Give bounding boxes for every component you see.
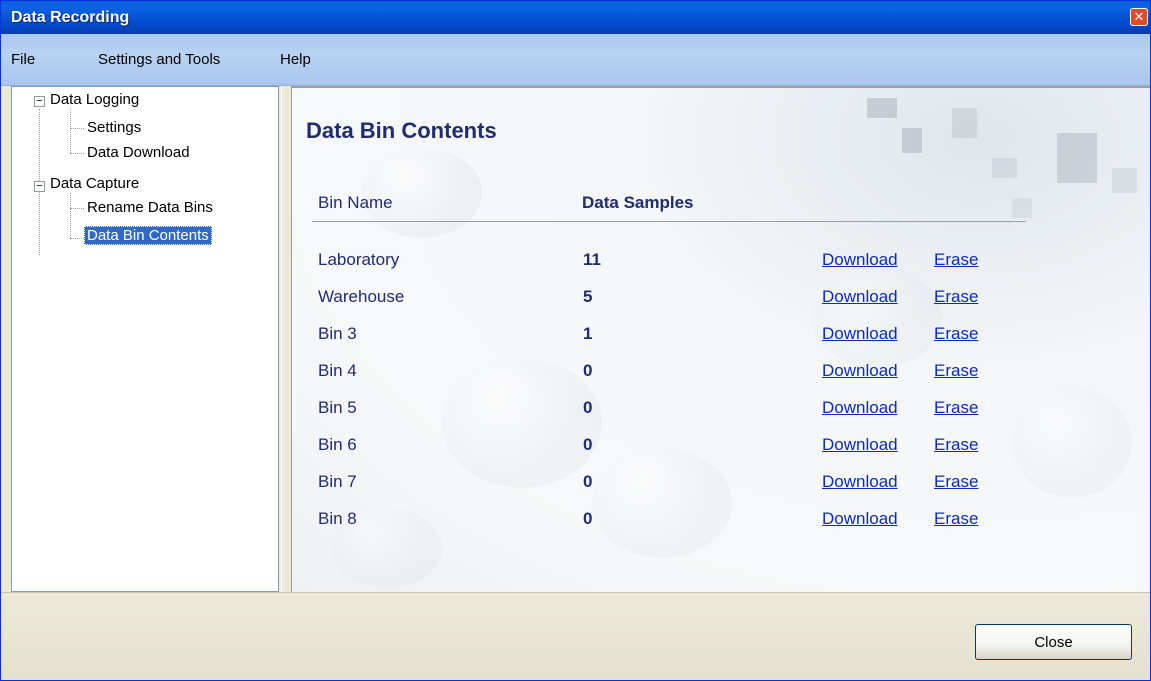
bin-name: Bin 3 xyxy=(318,324,357,343)
erase-link[interactable]: Erase xyxy=(934,250,978,270)
content-panel: Data Bin Contents Bin Name Data Samples … xyxy=(292,86,1150,592)
erase-link[interactable]: Erase xyxy=(934,287,978,307)
panel-splitter[interactable] xyxy=(281,86,292,592)
erase-link[interactable]: Erase xyxy=(934,509,978,529)
app-window: Data Recording ✕ File Settings and Tools… xyxy=(0,0,1151,681)
column-header-data-samples: Data Samples xyxy=(582,193,694,212)
sample-count: 11 xyxy=(583,250,601,269)
tree-item-data-download[interactable]: Data Download xyxy=(87,144,190,161)
tree-item-rename-data-bins[interactable]: Rename Data Bins xyxy=(87,199,213,216)
table-row: Bin 4 0 Download Erase xyxy=(292,361,1150,398)
erase-link[interactable]: Erase xyxy=(934,324,978,344)
menu-bar: File Settings and Tools Help xyxy=(1,34,1150,86)
bin-name: Bin 5 xyxy=(318,398,357,417)
erase-link[interactable]: Erase xyxy=(934,435,978,455)
tree-connector xyxy=(70,193,71,238)
background-texture xyxy=(992,158,1017,178)
table-row: Bin 7 0 Download Erase xyxy=(292,472,1150,509)
sample-count: 0 xyxy=(583,472,593,491)
download-link[interactable]: Download xyxy=(822,398,898,418)
background-texture xyxy=(1057,133,1097,183)
tree-item-data-bin-contents[interactable]: Data Bin Contents xyxy=(84,226,212,245)
download-link[interactable]: Download xyxy=(822,435,898,455)
tree-connector xyxy=(70,153,84,154)
download-link[interactable]: Download xyxy=(822,287,898,307)
sample-count: 0 xyxy=(583,398,593,417)
tree-connector xyxy=(70,208,84,209)
table-row: Bin 8 0 Download Erase xyxy=(292,509,1150,546)
download-link[interactable]: Download xyxy=(822,250,898,270)
tree-item-data-logging[interactable]: Data Logging xyxy=(50,91,139,108)
background-texture xyxy=(867,98,897,118)
sample-count: 1 xyxy=(583,324,593,343)
menu-file[interactable]: File xyxy=(11,51,35,68)
tree-connector xyxy=(70,128,84,129)
tree-item-settings[interactable]: Settings xyxy=(87,119,141,136)
table-row: Warehouse 5 Download Erase xyxy=(292,287,1150,324)
page-title: Data Bin Contents xyxy=(306,118,497,143)
table-row: Laboratory 11 Download Erase xyxy=(292,250,1150,287)
table-row: Bin 3 1 Download Erase xyxy=(292,324,1150,361)
bin-name: Bin 7 xyxy=(318,472,357,491)
close-button[interactable]: Close xyxy=(975,624,1132,660)
table-row: Bin 5 0 Download Erase xyxy=(292,398,1150,435)
sample-count: 0 xyxy=(583,361,593,380)
bin-name: Bin 4 xyxy=(318,361,357,380)
bin-name: Warehouse xyxy=(318,287,405,306)
download-link[interactable]: Download xyxy=(822,472,898,492)
background-texture xyxy=(1012,198,1032,218)
bin-name: Bin 8 xyxy=(318,509,357,528)
collapse-toggle-icon[interactable]: − xyxy=(34,181,45,192)
download-link[interactable]: Download xyxy=(822,361,898,381)
window-title: Data Recording xyxy=(11,9,130,26)
download-link[interactable]: Download xyxy=(822,509,898,529)
erase-link[interactable]: Erase xyxy=(934,472,978,492)
table-row: Bin 6 0 Download Erase xyxy=(292,435,1150,472)
column-header-bin-name: Bin Name xyxy=(318,193,393,212)
sample-count: 5 xyxy=(583,287,593,306)
tree-connector xyxy=(70,238,84,239)
erase-link[interactable]: Erase xyxy=(934,361,978,381)
tree-connector xyxy=(70,108,71,153)
download-link[interactable]: Download xyxy=(822,324,898,344)
erase-link[interactable]: Erase xyxy=(934,398,978,418)
menu-settings-and-tools[interactable]: Settings and Tools xyxy=(98,51,220,68)
background-texture xyxy=(952,108,977,138)
collapse-toggle-icon[interactable]: − xyxy=(34,96,45,107)
header-divider xyxy=(312,221,1026,222)
navigation-tree: − Data Logging Settings Data Download − … xyxy=(11,86,279,592)
menu-help[interactable]: Help xyxy=(280,51,311,68)
sample-count: 0 xyxy=(583,509,593,528)
background-texture xyxy=(1112,168,1137,193)
close-icon[interactable]: ✕ xyxy=(1130,8,1148,26)
bin-name: Laboratory xyxy=(318,250,400,269)
bin-name: Bin 6 xyxy=(318,435,357,454)
sample-count: 0 xyxy=(583,435,593,454)
title-bar: Data Recording ✕ xyxy=(1,1,1150,34)
background-texture xyxy=(902,128,922,153)
tree-item-data-capture[interactable]: Data Capture xyxy=(50,175,139,192)
